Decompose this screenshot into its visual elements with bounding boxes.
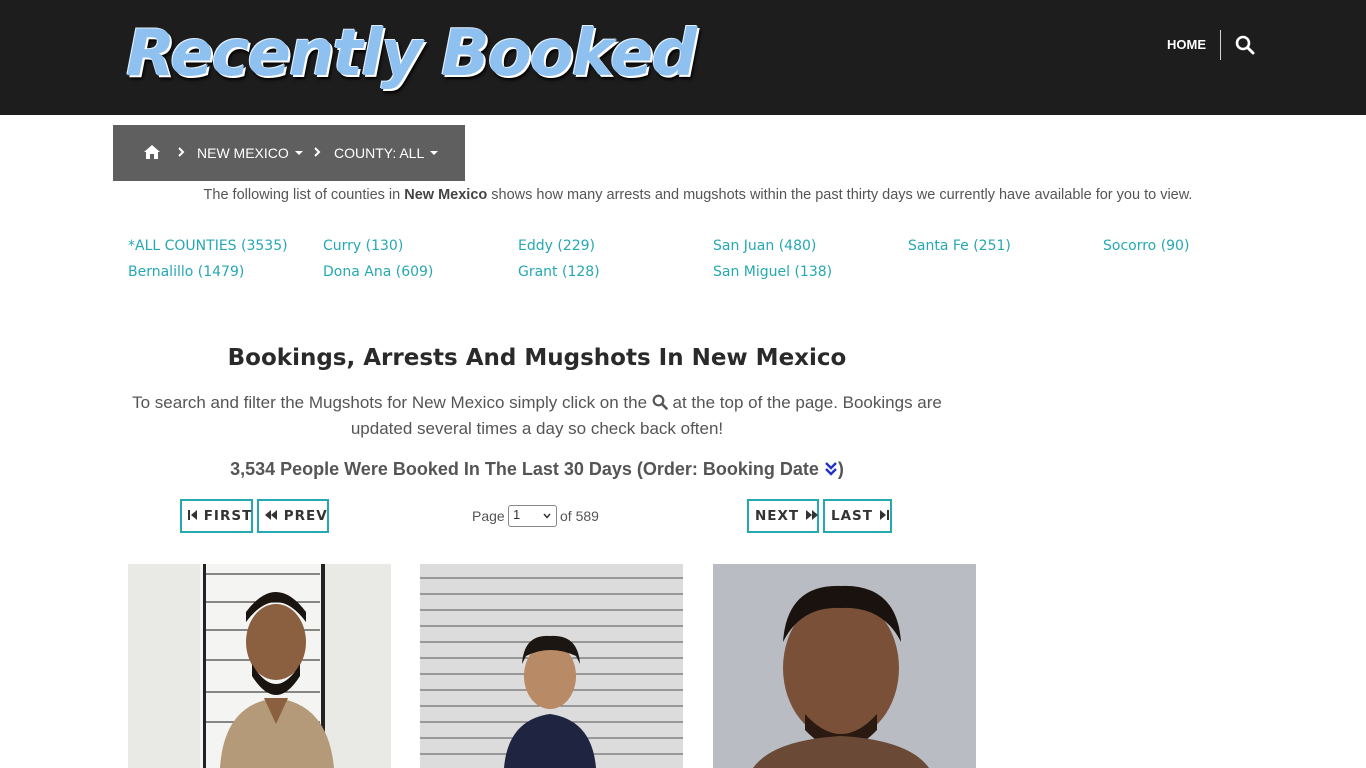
next-page-label: NEXT <box>755 508 800 524</box>
county-link-san-miguel[interactable]: San Miguel (138) <box>713 263 832 281</box>
mugshot-image[interactable] <box>713 564 976 768</box>
search-instructions: To search and filter the Mugshots for Ne… <box>130 390 944 442</box>
last-page-button[interactable]: LAST <box>823 499 892 533</box>
intro-state: New Mexico <box>404 187 488 203</box>
county-link-curry[interactable]: Curry (130) <box>323 237 403 255</box>
county-link-bernalillo[interactable]: Bernalillo (1479) <box>128 263 244 281</box>
search-icon[interactable] <box>1235 35 1255 55</box>
sort-order-toggle-icon[interactable] <box>824 461 838 477</box>
breadcrumb-county-dropdown[interactable]: COUNTY: ALL <box>334 144 439 162</box>
site-logo[interactable]: Recently Booked <box>126 14 697 94</box>
breadcrumb-county-label: COUNTY: ALL <box>334 145 425 161</box>
info-text-before: To search and filter the Mugshots for Ne… <box>132 393 652 412</box>
nav-home-link[interactable]: HOME <box>1167 36 1206 54</box>
counties-intro: The following list of counties in New Me… <box>113 186 1283 204</box>
county-link-santa-fe[interactable]: Santa Fe (251) <box>908 237 1011 255</box>
county-link-grant[interactable]: Grant (128) <box>518 263 600 281</box>
mugshot-image[interactable] <box>128 564 391 768</box>
caret-down-icon <box>430 151 439 155</box>
prev-page-label: PREV <box>283 508 328 524</box>
first-page-label: FIRST <box>203 508 253 524</box>
booked-count-close: ) <box>837 459 844 479</box>
site-header: Recently Booked HOME <box>0 0 1366 115</box>
intro-text-after: shows how many arrests and mugshots with… <box>487 187 1193 203</box>
chevron-right-icon <box>178 147 185 157</box>
last-page-label: LAST <box>831 508 873 524</box>
page-total: of 589 <box>560 508 599 524</box>
forward-icon <box>805 510 818 520</box>
mugshot-image[interactable] <box>420 564 683 768</box>
county-link-socorro[interactable]: Socorro (90) <box>1103 237 1189 255</box>
nav-divider <box>1220 30 1221 60</box>
step-backward-icon <box>188 510 197 520</box>
booked-count-text: 3,534 People Were Booked In The Last 30 … <box>230 459 824 479</box>
next-page-button[interactable]: NEXT <box>747 499 819 533</box>
breadcrumb-state-label: NEW MEXICO <box>197 145 289 161</box>
page-label: Page <box>472 508 505 524</box>
chevron-down-icon <box>543 513 551 519</box>
prev-page-button[interactable]: PREV <box>257 499 329 533</box>
home-icon[interactable] <box>143 144 161 160</box>
search-icon <box>652 394 668 410</box>
county-link-all[interactable]: *ALL COUNTIES (3535) <box>128 237 288 255</box>
page-select-value: 1 <box>513 507 521 522</box>
county-link-eddy[interactable]: Eddy (229) <box>518 237 595 255</box>
county-link-dona-ana[interactable]: Dona Ana (609) <box>323 263 433 281</box>
breadcrumb-state-dropdown[interactable]: NEW MEXICO <box>197 144 303 162</box>
county-link-san-juan[interactable]: San Juan (480) <box>713 237 816 255</box>
caret-down-icon <box>294 151 303 155</box>
backward-icon <box>265 510 277 520</box>
page-select[interactable]: 1 <box>508 505 557 527</box>
intro-text-before: The following list of counties in <box>203 187 405 203</box>
breadcrumb: NEW MEXICO COUNTY: ALL <box>113 125 465 181</box>
chevron-right-icon <box>314 147 321 157</box>
step-forward-icon <box>879 510 889 520</box>
page-title: Bookings, Arrests And Mugshots In New Me… <box>227 345 847 371</box>
booked-count: 3,534 People Were Booked In The Last 30 … <box>137 457 937 481</box>
first-page-button[interactable]: FIRST <box>180 499 253 533</box>
